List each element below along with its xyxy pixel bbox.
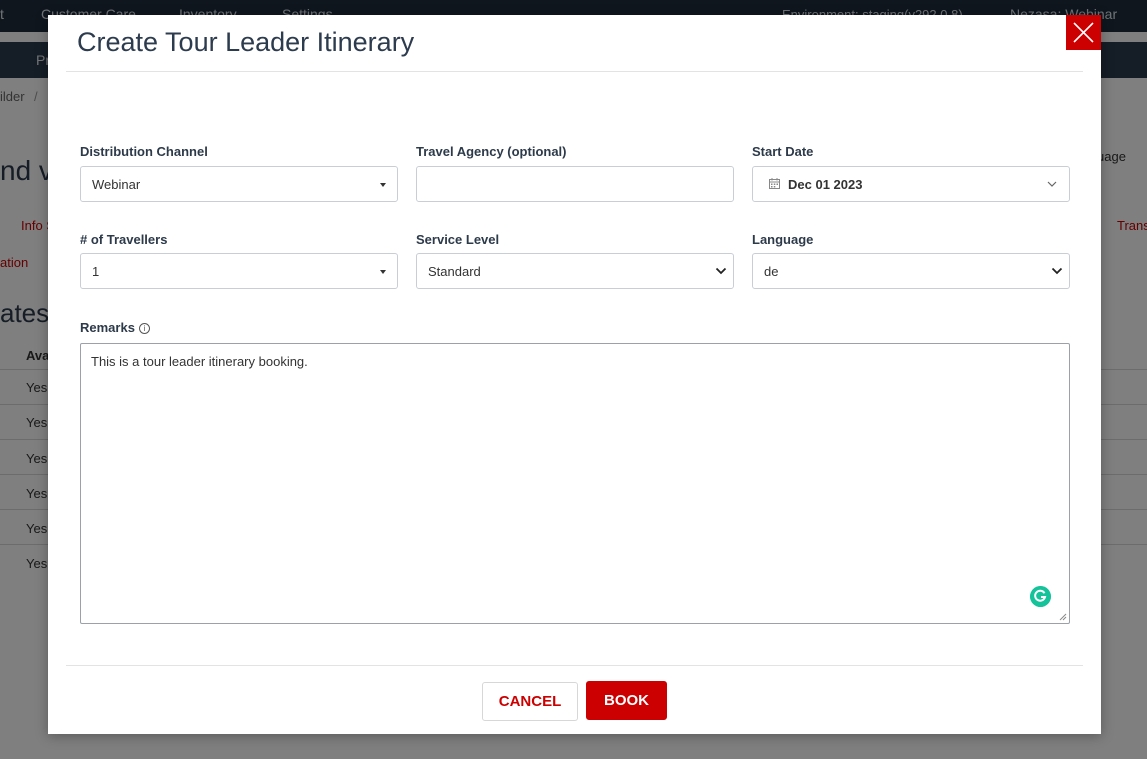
book-button[interactable]: BOOK <box>586 681 667 720</box>
language-value: de <box>764 264 779 279</box>
header-divider <box>66 71 1083 72</box>
start-date-label: Start Date <box>752 144 814 159</box>
distribution-channel-label: Distribution Channel <box>80 144 208 159</box>
distribution-channel-select[interactable]: Webinar <box>80 166 398 202</box>
language-label: Language <box>752 232 814 247</box>
chevron-down-icon <box>1051 267 1063 275</box>
start-date-picker[interactable]: Dec 01 2023 <box>752 166 1070 202</box>
close-icon <box>1073 22 1094 43</box>
travellers-value: 1 <box>92 264 100 279</box>
cancel-button[interactable]: CANCEL <box>482 682 578 721</box>
info-icon[interactable]: i <box>138 323 150 334</box>
resize-handle-icon[interactable] <box>1059 613 1067 621</box>
travellers-select[interactable]: 1 <box>80 253 398 289</box>
chevron-down-icon <box>1047 181 1057 187</box>
service-level-select[interactable]: Standard <box>416 253 734 289</box>
caret-down-icon <box>380 270 386 274</box>
remarks-textarea[interactable]: This is a tour leader itinerary booking. <box>80 343 1070 624</box>
close-button[interactable] <box>1066 15 1101 50</box>
start-date-value: Dec 01 2023 <box>788 177 863 192</box>
service-level-label: Service Level <box>416 232 500 247</box>
create-itinerary-modal: Create Tour Leader Itinerary Distributio… <box>48 15 1101 734</box>
modal-title: Create Tour Leader Itinerary <box>77 27 415 57</box>
calendar-icon <box>769 178 780 189</box>
remarks-label-text: Remarks <box>80 320 135 335</box>
service-level-value: Standard <box>428 264 481 279</box>
travellers-label: # of Travellers <box>80 232 168 247</box>
remarks-label: Remarks i <box>80 320 150 335</box>
chevron-down-icon <box>715 267 727 275</box>
distribution-channel-value: Webinar <box>92 177 141 192</box>
travel-agency-input[interactable] <box>416 166 734 202</box>
caret-down-icon <box>380 183 386 187</box>
travel-agency-label: Travel Agency (optional) <box>416 144 567 159</box>
language-select[interactable]: de <box>752 253 1070 289</box>
grammarly-icon[interactable] <box>1030 586 1051 607</box>
remarks-text: This is a tour leader itinerary booking. <box>91 354 308 369</box>
footer-divider <box>66 665 1083 666</box>
